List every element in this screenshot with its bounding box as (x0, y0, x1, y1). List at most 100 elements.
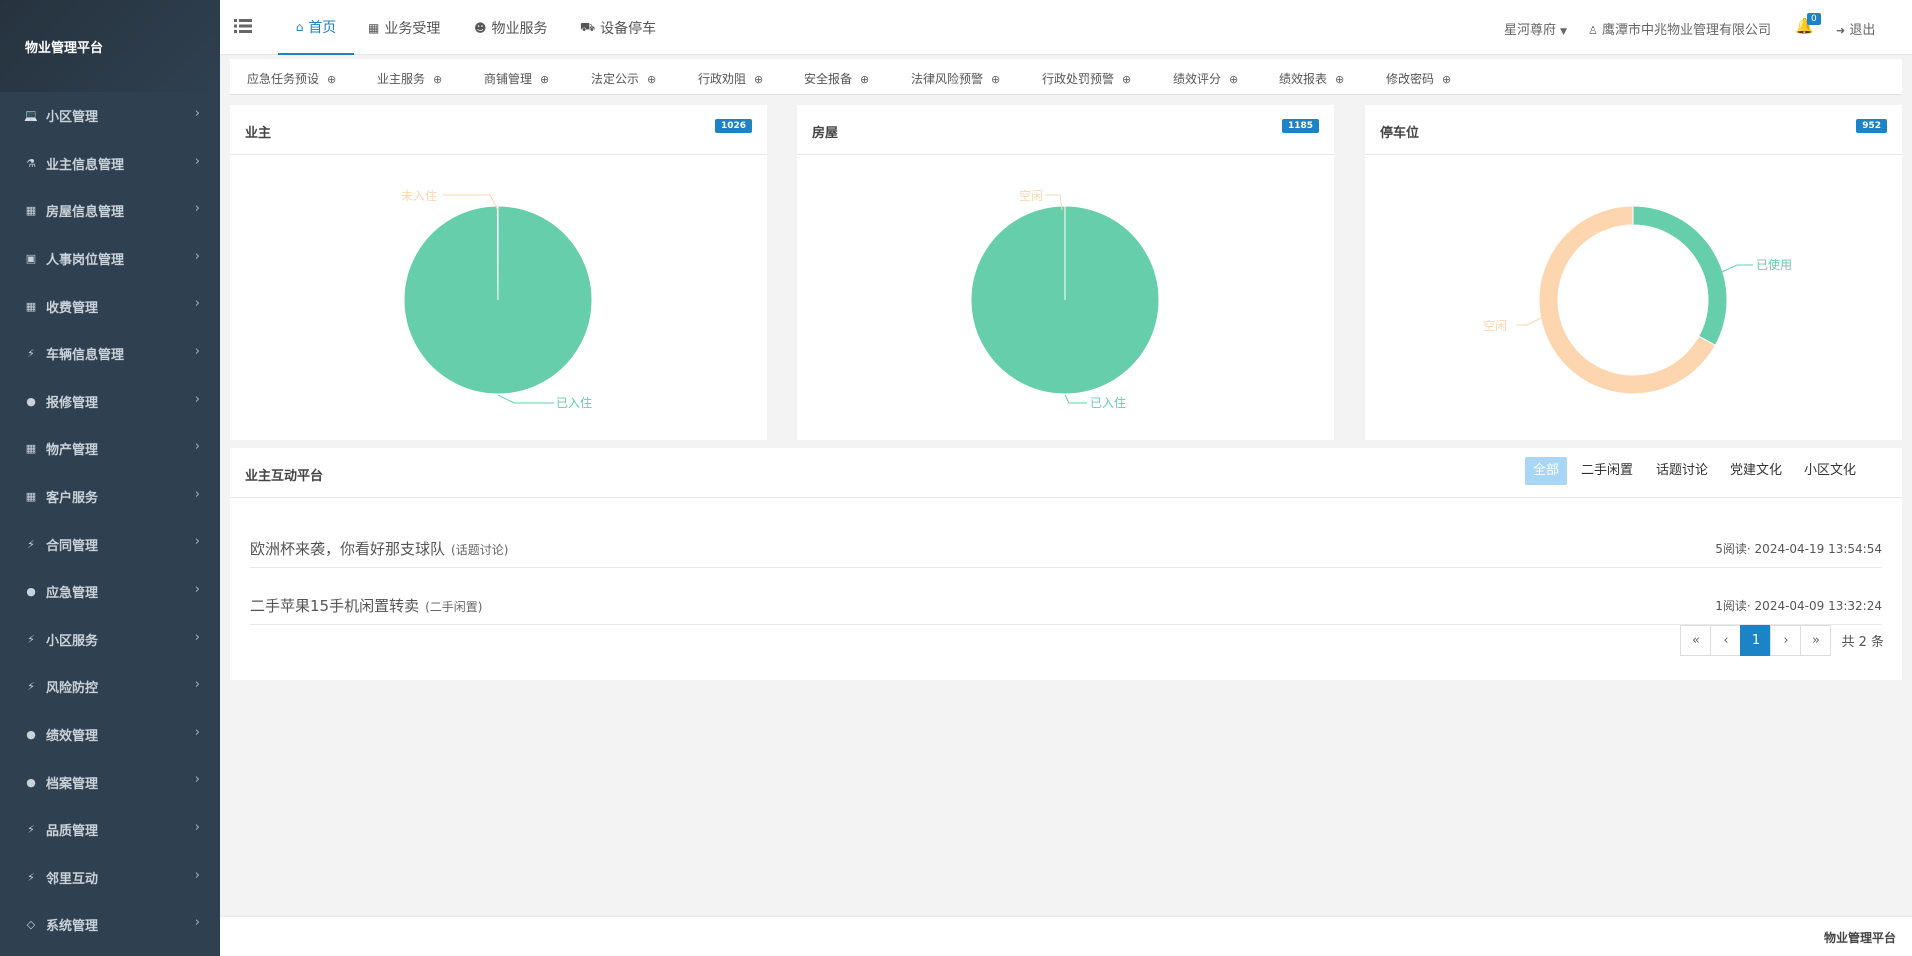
chevron-right-icon: › (194, 677, 200, 693)
tab-all[interactable]: 全部 (1525, 457, 1568, 485)
sidebar-item-archives[interactable]: ● 档案管理 › (0, 758, 220, 806)
globe-icon: ● (26, 775, 36, 789)
donut-slice-used (1632, 205, 1728, 346)
sidebar-item-label: 合同管理 (46, 538, 99, 554)
footer-text: 物业管理平台 (1823, 931, 1896, 945)
sidebar-item-performance[interactable]: ● 绩效管理 › (0, 711, 220, 759)
pie-slice-occupied (970, 205, 1160, 395)
sidebar-item-label: 邻里互动 (46, 871, 99, 887)
sidebar-item-label: 人事岗位管理 (46, 253, 125, 269)
caret-down-icon: ▼ (1560, 27, 1568, 37)
zoom-in-icon: ⊕ (1122, 73, 1132, 86)
community-dropdown[interactable]: 星河尊府 ▼ (1504, 19, 1567, 38)
panel-header: 停车位 952 (1365, 105, 1902, 155)
grid-icon: ▦ (25, 204, 37, 218)
donut-leader-line-used (1721, 264, 1753, 273)
footer: 物业管理平台 (220, 916, 1912, 956)
quicklink-emergency-preset[interactable]: 应急任务预设 ⊕ (247, 70, 336, 87)
sidebar-item-community-service[interactable]: ⚡ 小区服务 › (0, 616, 220, 664)
sidebar-item-label: 客户服务 (46, 491, 99, 507)
logout-button[interactable]: ➜ 退出 (1836, 19, 1875, 38)
sidebar-item-contracts[interactable]: ⚡ 合同管理 › (0, 520, 220, 568)
quicklink-legal-notice[interactable]: 法定公示 ⊕ (591, 70, 656, 87)
quicklink-change-password[interactable]: 修改密码 ⊕ (1386, 70, 1451, 87)
panel-title: 业主互动平台 (245, 469, 324, 484)
sidebar-item-property[interactable]: ▦ 物产管理 › (0, 425, 220, 473)
quicklink-legal-risk[interactable]: 法律风险预警 ⊕ (911, 70, 1000, 87)
tab-parking[interactable]: ⛟ 设备停车 (580, 0, 656, 55)
tab-property-service[interactable]: ☻ 物业服务 (474, 0, 548, 55)
quicklink-owner-service[interactable]: 业主服务 ⊕ (377, 70, 442, 87)
post-title-link[interactable]: 二手苹果15手机闲置转卖 (二手闲置) (250, 595, 482, 616)
panel-title: 停车位 (1380, 126, 1420, 141)
sidebar-item-risk[interactable]: ⚡ 风险防控 › (0, 663, 220, 711)
zoom-in-icon: ⊕ (540, 73, 550, 86)
sidebar-item-vehicles[interactable]: ⚡ 车辆信息管理 › (0, 330, 220, 378)
quicklink-penalty-warning[interactable]: 行政处罚预警 ⊕ (1042, 70, 1131, 87)
sidebar-item-neighbors[interactable]: ⚡ 邻里互动 › (0, 854, 220, 902)
home-icon: ⌂ (295, 19, 304, 34)
house-pie-chart: 空闲 已入住 (970, 189, 1160, 410)
owner-interaction-panel: 业主互动平台 全部 二手闲置 话题讨论 党建文化 小区文化 欧洲杯来袭，你看好那… (230, 448, 1902, 680)
sidebar-item-fees[interactable]: ▦ 收费管理 › (0, 282, 220, 330)
pagination-total: 共 2 条 (1841, 635, 1884, 650)
quicklink-safety-report[interactable]: 安全报备 ⊕ (804, 70, 869, 87)
pagination: « ‹ 1 › » 共 2 条 (1680, 625, 1884, 656)
post-title-link[interactable]: 欧洲杯来袭，你看好那支球队 (话题讨论) (250, 538, 508, 559)
house-count-badge: 1185 (1281, 119, 1319, 133)
desktop-icon: ▣ (25, 252, 37, 266)
sidebar-item-customer-service[interactable]: ▦ 客户服务 › (0, 473, 220, 521)
page-first-button[interactable]: « (1680, 625, 1712, 656)
tab-second-hand[interactable]: 二手闲置 (1573, 457, 1641, 485)
house-panel: 房屋 1185 空闲 已入住 (797, 105, 1334, 440)
sidebar-item-owners[interactable]: ⚗ 业主信息管理 › (0, 140, 220, 188)
tab-business[interactable]: ▦ 业务受理 (368, 0, 440, 55)
page-next-button[interactable]: › (1770, 625, 1802, 656)
panel-header: 业主 1026 (230, 105, 767, 155)
sidebar-item-emergency[interactable]: ● 应急管理 › (0, 568, 220, 616)
zoom-in-icon: ⊕ (1335, 73, 1345, 86)
owner-count-badge: 1026 (714, 119, 752, 133)
sidebar-item-label: 房屋信息管理 (46, 205, 125, 221)
sidebar-item-quality[interactable]: ⚡ 品质管理 › (0, 806, 220, 854)
sidebar-item-repairs[interactable]: ● 报修管理 › (0, 378, 220, 426)
page-prev-button[interactable]: ‹ (1710, 625, 1742, 656)
tab-home[interactable]: ⌂ 首页 (278, 0, 354, 55)
chevron-right-icon: › (194, 629, 200, 645)
donut-label-used: 已使用 (1756, 257, 1792, 272)
sidebar-item-hr[interactable]: ▣ 人事岗位管理 › (0, 235, 220, 283)
quicklink-performance-score[interactable]: 绩效评分 ⊕ (1173, 70, 1238, 87)
flask-icon: ⚗ (26, 156, 36, 170)
sidebar-item-label: 收费管理 (46, 300, 99, 316)
page-last-button[interactable]: » (1800, 625, 1832, 656)
pie-label-vacant: 未入住 (401, 189, 437, 203)
quicklink-shops[interactable]: 商铺管理 ⊕ (484, 70, 549, 87)
post-category: (话题讨论) (451, 543, 509, 557)
sidebar-item-houses[interactable]: ▦ 房屋信息管理 › (0, 187, 220, 235)
panel-title: 业主 (245, 126, 272, 141)
chevron-right-icon: › (194, 534, 200, 550)
sidebar-item-label: 品质管理 (46, 824, 99, 840)
quicklink-performance-report[interactable]: 绩效报表 ⊕ (1279, 70, 1344, 87)
globe-icon: ● (26, 728, 36, 742)
calculator-icon: ▦ (25, 299, 37, 313)
sidebar-item-label: 业主信息管理 (46, 157, 125, 173)
quicklink-admin-dissuasion[interactable]: 行政劝阻 ⊕ (698, 70, 763, 87)
sidebar-item-label: 绩效管理 (46, 729, 99, 745)
chevron-right-icon: › (194, 439, 200, 455)
parking-panel: 停车位 952 已使用 空闲 (1365, 105, 1902, 440)
sidebar-item-community[interactable]: 💻 小区管理 › (0, 92, 220, 140)
page-current-button[interactable]: 1 (1740, 625, 1772, 656)
globe-icon: ● (26, 394, 36, 408)
chevron-right-icon: › (194, 581, 200, 597)
tab-community-culture[interactable]: 小区文化 (1796, 457, 1864, 485)
list-toggle-icon[interactable] (234, 17, 252, 35)
donut-label-free: 空闲 (1483, 319, 1507, 333)
sign-out-icon: ➜ (1836, 24, 1846, 37)
globe-icon: ● (26, 585, 36, 599)
laptop-icon: 💻 (24, 109, 38, 123)
sidebar: 物业管理平台 💻 小区管理 › ⚗ 业主信息管理 › ▦ 房屋信息管理 › ▣ 人事岗位管理 ›… (0, 0, 220, 956)
sidebar-item-system[interactable]: ◇ 系统管理 › (0, 901, 220, 949)
tab-topics[interactable]: 话题讨论 (1648, 457, 1716, 485)
tab-party-culture[interactable]: 党建文化 (1722, 457, 1790, 485)
